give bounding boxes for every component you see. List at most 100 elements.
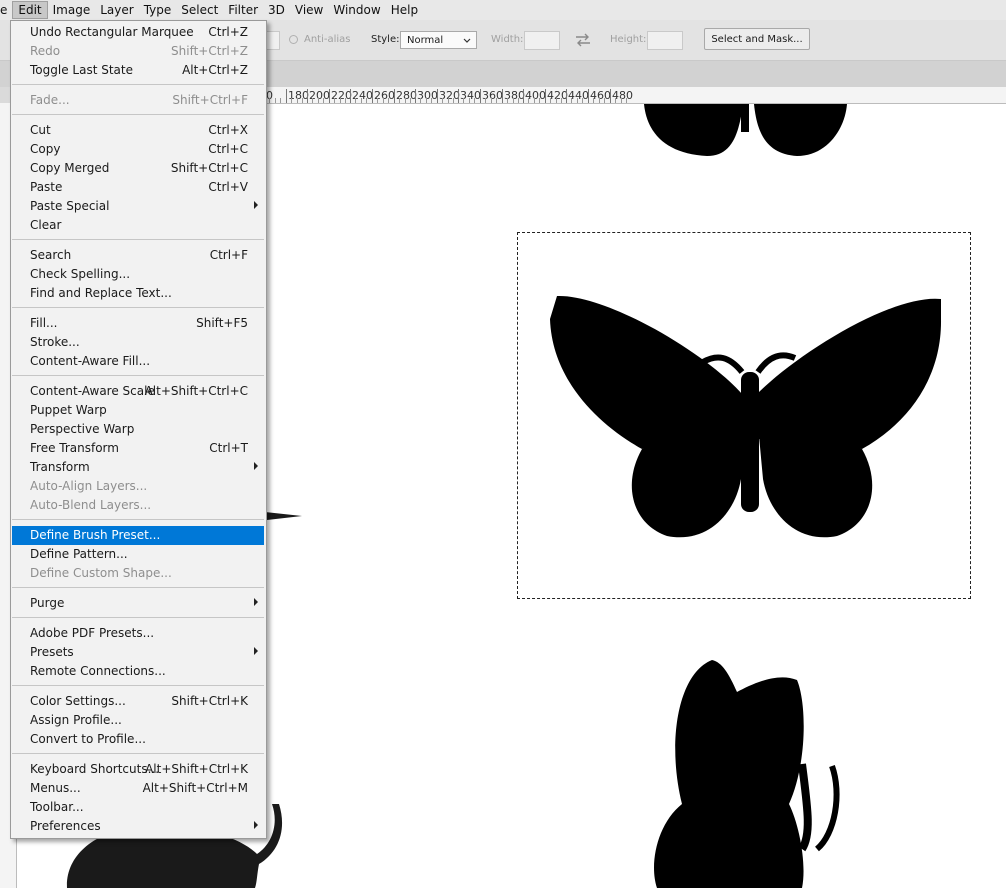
- menu-item-fade: Fade... Shift+Ctrl+F: [12, 91, 264, 110]
- menubar-item-select[interactable]: Select: [176, 1, 223, 19]
- menu-item-define-brush-preset[interactable]: Define Brush Preset...: [12, 526, 264, 545]
- menu-item-define-pattern[interactable]: Define Pattern...: [12, 545, 264, 564]
- ruler-minor-tick: [297, 98, 298, 103]
- menu-item-label: Purge: [30, 596, 65, 610]
- menubar-item-image[interactable]: Image: [48, 1, 96, 19]
- menu-item-label: Paste Special: [30, 199, 110, 213]
- swap-icon[interactable]: [574, 33, 592, 47]
- menu-item-toolbar[interactable]: Toolbar...: [12, 798, 264, 817]
- ruler-minor-tick: [496, 98, 497, 103]
- submenu-arrow-icon: [254, 598, 258, 606]
- width-label: Width:: [491, 34, 524, 45]
- height-field[interactable]: [647, 31, 683, 50]
- menu-item-auto-align-layers: Auto-Align Layers...: [12, 477, 264, 496]
- anti-alias-checkbox[interactable]: [289, 35, 298, 44]
- menu-item-label: Adobe PDF Presets...: [30, 626, 155, 640]
- menubar-item-help[interactable]: Help: [386, 1, 423, 19]
- menu-item-cut[interactable]: Cut Ctrl+X: [12, 121, 264, 140]
- width-field[interactable]: [524, 31, 560, 50]
- ruler-minor-tick: [448, 98, 449, 103]
- menubar-item-window[interactable]: Window: [328, 1, 385, 19]
- menu-item-keyboard-shortcuts[interactable]: Keyboard Shortcuts... Alt+Shift+Ctrl+K: [12, 760, 264, 779]
- menu-item-label: Assign Profile...: [30, 713, 122, 727]
- ruler-minor-tick: [556, 98, 557, 103]
- menu-item-shortcut: Alt+Ctrl+Z: [182, 63, 248, 77]
- menu-item-transform[interactable]: Transform: [12, 458, 264, 477]
- menubar-item-view[interactable]: View: [290, 1, 328, 19]
- menu-item-shortcut: Shift+Ctrl+C: [170, 161, 248, 175]
- style-select[interactable]: Normal: [400, 31, 477, 49]
- height-label: Height:: [610, 34, 647, 45]
- menu-item-copy-merged[interactable]: Copy Merged Shift+Ctrl+C: [12, 159, 264, 178]
- menu-item-assign-profile[interactable]: Assign Profile...: [12, 711, 264, 730]
- menu-separator: [12, 617, 264, 618]
- menu-item-toggle-last-state[interactable]: Toggle Last State Alt+Ctrl+Z: [12, 61, 264, 80]
- ruler-minor-tick: [323, 98, 324, 103]
- select-and-mask-button[interactable]: Select and Mask...: [704, 28, 810, 50]
- ruler-minor-tick: [518, 98, 519, 103]
- menu-item-label: Content-Aware Fill...: [30, 354, 151, 368]
- menubar-item-layer[interactable]: Layer: [95, 1, 138, 19]
- menu-item-free-transform[interactable]: Free Transform Ctrl+T: [12, 439, 264, 458]
- menu-item-label: Puppet Warp: [30, 403, 107, 417]
- menubar-item-filter[interactable]: Filter: [223, 1, 263, 19]
- menu-item-puppet-warp[interactable]: Puppet Warp: [12, 401, 264, 420]
- menu-item-perspective-warp[interactable]: Perspective Warp: [12, 420, 264, 439]
- menu-item-convert-to-profile[interactable]: Convert to Profile...: [12, 730, 264, 749]
- menu-item-paste-special[interactable]: Paste Special: [12, 197, 264, 216]
- menu-separator: [12, 685, 264, 686]
- menu-item-preferences[interactable]: Preferences: [12, 817, 264, 836]
- menu-item-label: Copy: [30, 142, 61, 156]
- menu-item-redo: Redo Shift+Ctrl+Z: [12, 42, 264, 61]
- menu-item-label: Search: [30, 248, 72, 262]
- menu-item-content-aware-scale[interactable]: Content-Aware Scale Alt+Shift+Ctrl+C: [12, 382, 264, 401]
- menu-item-label: Remote Connections...: [30, 664, 166, 678]
- menu-separator: [12, 239, 264, 240]
- menu-item-label: Menus...: [30, 781, 81, 795]
- menubar-item-type[interactable]: Type: [139, 1, 177, 19]
- menu-item-shortcut: Shift+Ctrl+Z: [171, 44, 248, 58]
- menu-item-adobe-pdf-presets[interactable]: Adobe PDF Presets...: [12, 624, 264, 643]
- ruler-minor-tick: [442, 98, 443, 103]
- menu-item-search[interactable]: Search Ctrl+F: [12, 246, 264, 265]
- menu-item-paste[interactable]: Paste Ctrl+V: [12, 178, 264, 197]
- menu-item-find-and-replace-text[interactable]: Find and Replace Text...: [12, 284, 264, 303]
- ruler-minor-tick: [334, 98, 335, 103]
- menu-item-shortcut: Shift+Ctrl+K: [171, 694, 248, 708]
- ruler-minor-tick: [355, 98, 356, 103]
- menu-item-fill[interactable]: Fill... Shift+F5: [12, 314, 264, 333]
- menu-item-clear[interactable]: Clear: [12, 216, 264, 235]
- menu-item-undo-rectangular-marquee[interactable]: Undo Rectangular Marquee Ctrl+Z: [12, 23, 264, 42]
- menubar-item-e[interactable]: e: [0, 1, 12, 19]
- ruler-minor-tick: [491, 98, 492, 103]
- menu-item-copy[interactable]: Copy Ctrl+C: [12, 140, 264, 159]
- menu-item-label: Define Brush Preset...: [30, 528, 161, 542]
- menu-item-label: Toolbar...: [30, 800, 84, 814]
- ruler-minor-tick: [599, 98, 600, 103]
- menu-item-check-spelling[interactable]: Check Spelling...: [12, 265, 264, 284]
- ruler-minor-tick: [431, 98, 432, 103]
- menu-separator: [12, 114, 264, 115]
- menu-item-shortcut: Shift+Ctrl+F: [172, 93, 248, 107]
- menu-item-shortcut: Ctrl+C: [208, 142, 248, 156]
- menu-item-purge[interactable]: Purge: [12, 594, 264, 613]
- menu-item-remote-connections[interactable]: Remote Connections...: [12, 662, 264, 681]
- menu-item-label: Redo: [30, 44, 61, 58]
- ruler-minor-tick: [377, 98, 378, 103]
- ruler-minor-tick: [361, 98, 362, 103]
- menu-item-label: Define Pattern...: [30, 547, 128, 561]
- menu-item-presets[interactable]: Presets: [12, 643, 264, 662]
- menubar-item-3d[interactable]: 3D: [263, 1, 290, 19]
- menu-item-shortcut: Ctrl+V: [208, 180, 248, 194]
- menu-item-menus[interactable]: Menus... Alt+Shift+Ctrl+M: [12, 779, 264, 798]
- menu-item-content-aware-fill[interactable]: Content-Aware Fill...: [12, 352, 264, 371]
- menu-item-color-settings[interactable]: Color Settings... Shift+Ctrl+K: [12, 692, 264, 711]
- ruler-minor-tick: [577, 98, 578, 103]
- ruler-minor-tick: [604, 98, 605, 103]
- ruler-tick-mark: [415, 89, 416, 103]
- menu-item-stroke[interactable]: Stroke...: [12, 333, 264, 352]
- menu-separator: [12, 84, 264, 85]
- marquee-selection[interactable]: [517, 232, 971, 599]
- menubar-item-edit[interactable]: Edit: [12, 1, 48, 19]
- ruler-tick-mark: [350, 89, 351, 103]
